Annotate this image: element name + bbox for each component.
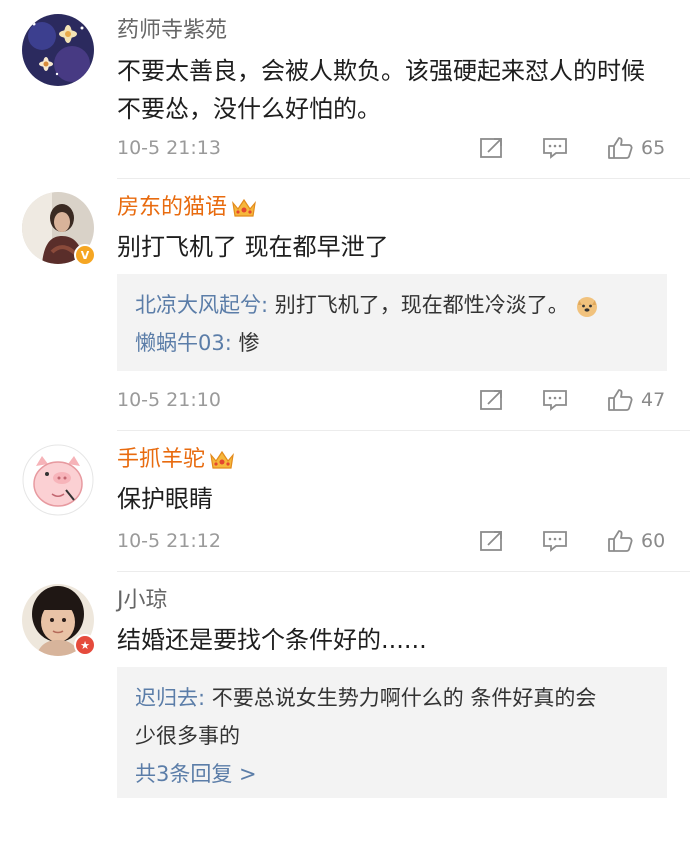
comment-text-line: 结婚还是要找个条件好的...... bbox=[117, 626, 427, 654]
repost-icon[interactable] bbox=[479, 529, 505, 553]
comment-icon[interactable] bbox=[542, 529, 568, 553]
avatar[interactable] bbox=[22, 444, 94, 516]
comment-text-line: 不要怂，没什么好怕的。 bbox=[117, 95, 381, 123]
more-replies-link[interactable]: 共3条回复 > bbox=[135, 755, 649, 793]
divider bbox=[117, 178, 690, 179]
reply-item: 迟归去: 不要总说女生势力啊什么的 条件好真的会 bbox=[135, 679, 649, 717]
reply-item: 懒蜗牛03: 惨 bbox=[135, 324, 649, 362]
thumbs-up-icon[interactable] bbox=[607, 529, 633, 553]
commenter-name[interactable]: 药师寺紫苑 bbox=[117, 16, 227, 46]
comment-text-line: 别打飞机了 现在都早泄了 bbox=[117, 233, 389, 261]
reply-item: 少很多事的 bbox=[135, 717, 649, 755]
comment-meta: 10-5 21:13 65 bbox=[117, 134, 677, 162]
reply-text: 少很多事的 bbox=[135, 724, 240, 748]
doge-emoji-icon bbox=[576, 297, 597, 317]
like-count: 65 bbox=[641, 137, 666, 159]
comment-meta: 10-5 21:12 60 bbox=[117, 527, 677, 555]
like-count: 60 bbox=[641, 530, 666, 552]
reply-text: 不要总说女生势力啊什么的 条件好真的会 bbox=[205, 686, 597, 710]
comment-text: 保护眼睛 bbox=[117, 480, 677, 518]
reply-box[interactable]: 迟归去: 不要总说女生势力啊什么的 条件好真的会 少很多事的 共3条回复 > bbox=[117, 667, 667, 798]
comment-text: 别打飞机了 现在都早泄了 bbox=[117, 228, 677, 266]
pink-pig-avatar-icon bbox=[22, 444, 94, 516]
divider bbox=[117, 571, 690, 572]
commenter-name[interactable]: 房东的猫语 bbox=[117, 193, 257, 223]
commenter-name[interactable]: J小琼 bbox=[117, 586, 168, 616]
comment-text: 结婚还是要找个条件好的...... bbox=[117, 621, 677, 659]
commenter-name[interactable]: 手抓羊驼 bbox=[117, 445, 235, 475]
repost-icon[interactable] bbox=[479, 136, 505, 160]
vip-crown-icon bbox=[232, 198, 256, 217]
comment-time: 10-5 21:13 bbox=[117, 137, 221, 159]
commenter-name-label: 手抓羊驼 bbox=[117, 447, 206, 472]
comment-icon[interactable] bbox=[542, 136, 568, 160]
vip-crown-icon bbox=[210, 450, 234, 469]
reply-box[interactable]: 北凉大风起兮: 别打飞机了，现在都性冷淡了。 懒蜗牛03: 惨 bbox=[117, 274, 667, 371]
reply-item: 北凉大风起兮: 别打飞机了，现在都性冷淡了。 bbox=[135, 286, 649, 324]
comment-time: 10-5 21:10 bbox=[117, 389, 221, 411]
repost-icon[interactable] bbox=[479, 388, 505, 412]
red-star-badge-icon: ★ bbox=[74, 634, 96, 656]
comment-icon[interactable] bbox=[542, 388, 568, 412]
thumbs-up-icon[interactable] bbox=[607, 136, 633, 160]
reply-username[interactable]: 懒蜗牛03: bbox=[135, 331, 232, 355]
verified-badge-icon: V bbox=[74, 244, 96, 266]
comment-meta: 10-5 21:10 47 bbox=[117, 386, 677, 414]
reply-text: 别打飞机了，现在都性冷淡了。 bbox=[268, 293, 569, 317]
like-count: 47 bbox=[641, 389, 666, 411]
reply-username[interactable]: 北凉大风起兮: bbox=[135, 293, 268, 317]
avatar[interactable] bbox=[22, 14, 94, 86]
starry-night-flower-avatar-icon bbox=[22, 14, 94, 86]
comment-text: 不要太善良，会被人欺负。该强硬起来怼人的时候 不要怂，没什么好怕的。 bbox=[117, 52, 677, 128]
divider bbox=[117, 430, 690, 431]
thumbs-up-icon[interactable] bbox=[607, 388, 633, 412]
comment-text-line: 保护眼睛 bbox=[117, 485, 213, 513]
commenter-name-label: 房东的猫语 bbox=[117, 195, 228, 220]
reply-text: 惨 bbox=[231, 331, 260, 355]
comment-text-line: 不要太善良，会被人欺负。该强硬起来怼人的时候 bbox=[117, 57, 645, 85]
reply-username[interactable]: 迟归去: bbox=[135, 686, 205, 710]
comment-time: 10-5 21:12 bbox=[117, 530, 221, 552]
